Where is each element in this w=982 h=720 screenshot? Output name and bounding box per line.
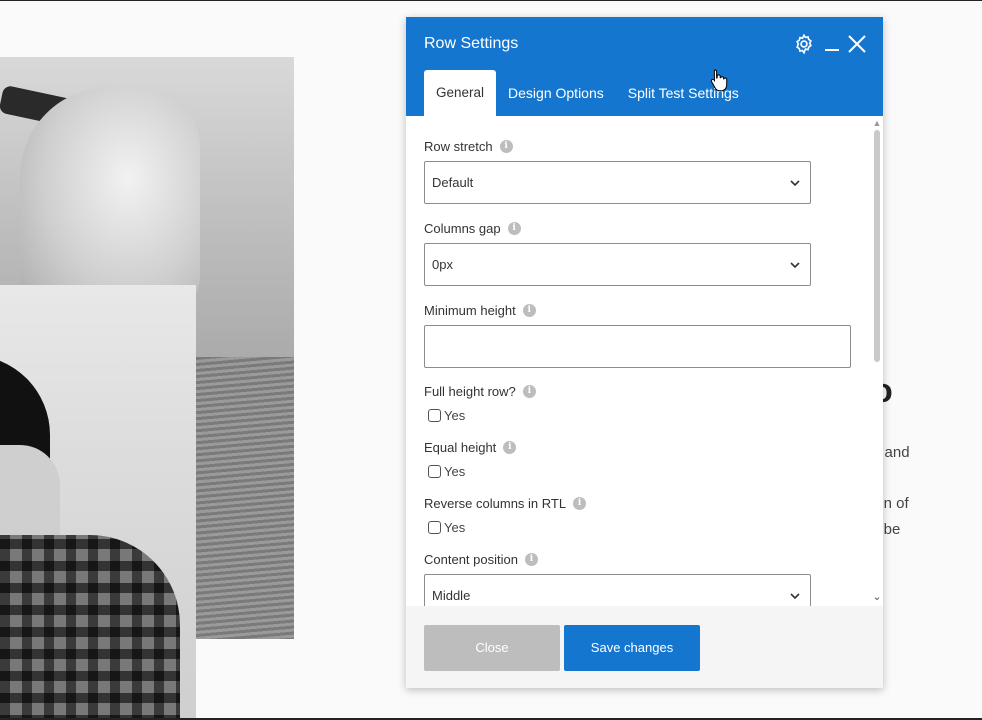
content-position-select[interactable]: Middle [424,574,811,606]
info-icon[interactable]: i [507,222,521,235]
reverse-columns-rtl-checkbox[interactable]: Yes [428,520,465,535]
close-button[interactable]: Close [424,625,560,671]
hand-cursor-icon [710,69,728,92]
checkbox[interactable] [428,521,441,534]
info-icon[interactable]: i [522,385,536,398]
minimum-height-label: Minimum height i [424,303,536,318]
columns-gap-select[interactable]: 0px [424,243,811,286]
page-border-top [0,0,982,1]
row-stretch-label-text: Row stretch [424,139,493,154]
panel-header[interactable]: Row Settings General Design Options Spli… [406,17,883,116]
content-position-value: Middle [432,588,471,603]
scroll-up-icon[interactable]: ▲ [871,118,883,128]
full-height-row-checkbox[interactable]: Yes [428,408,465,423]
columns-gap-label-text: Columns gap [424,221,501,236]
row-stretch-select[interactable]: Default [424,161,811,204]
panel-footer: Close Save changes [406,606,883,688]
columns-gap-label: Columns gap i [424,221,521,236]
chevron-down-icon [790,593,800,600]
reverse-columns-rtl-label-text: Reverse columns in RTL [424,496,567,511]
full-height-row-label-text: Full height row? [424,384,516,399]
panel-body: Row stretch i Default Columns gap i 0px … [406,116,883,606]
tab-bar: General Design Options Split Test Settin… [424,70,751,116]
checkbox-label: Yes [444,408,466,423]
info-icon[interactable]: i [499,140,513,153]
row-stretch-value: Default [432,175,474,190]
save-changes-button[interactable]: Save changes [564,625,700,671]
row-stretch-label: Row stretch i [424,139,513,154]
columns-gap-value: 0px [432,257,453,272]
info-icon[interactable]: i [522,304,536,317]
checkbox-label: Yes [444,464,466,479]
chevron-down-icon [790,180,800,187]
equal-height-label: Equal height i [424,440,517,455]
full-height-row-label: Full height row? i [424,384,536,399]
scrollbar[interactable]: ▲ ⌄ [871,116,883,606]
panel-title: Row Settings [424,35,519,52]
minimum-height-input[interactable] [424,325,851,368]
scroll-thumb[interactable] [874,130,880,362]
background-photo-person [0,285,196,720]
close-icon[interactable] [844,31,870,57]
content-position-label-text: Content position [424,552,518,567]
wood-texture [196,357,294,639]
info-icon[interactable]: i [573,497,587,510]
chevron-down-icon [790,262,800,269]
tab-split-test-settings[interactable]: Split Test Settings [616,70,751,116]
minimize-icon[interactable] [819,31,845,57]
equal-height-label-text: Equal height [424,440,497,455]
content-position-label: Content position i [424,552,538,567]
checkbox[interactable] [428,409,441,422]
hand-shape [20,87,200,317]
row-settings-panel: Row Settings General Design Options Spli… [406,17,883,688]
minimum-height-label-text: Minimum height [424,303,516,318]
info-icon[interactable]: i [503,441,517,454]
gear-icon[interactable] [791,31,817,57]
tab-general[interactable]: General [424,70,497,116]
checkbox-label: Yes [444,520,466,535]
scroll-down-icon[interactable]: ⌄ [871,590,883,603]
info-icon[interactable]: i [524,553,538,566]
equal-height-checkbox[interactable]: Yes [428,464,465,479]
tab-design-options[interactable]: Design Options [496,70,616,116]
plaid-shirt-shape [0,535,180,720]
checkbox[interactable] [428,465,441,478]
reverse-columns-rtl-label: Reverse columns in RTL i [424,496,587,511]
